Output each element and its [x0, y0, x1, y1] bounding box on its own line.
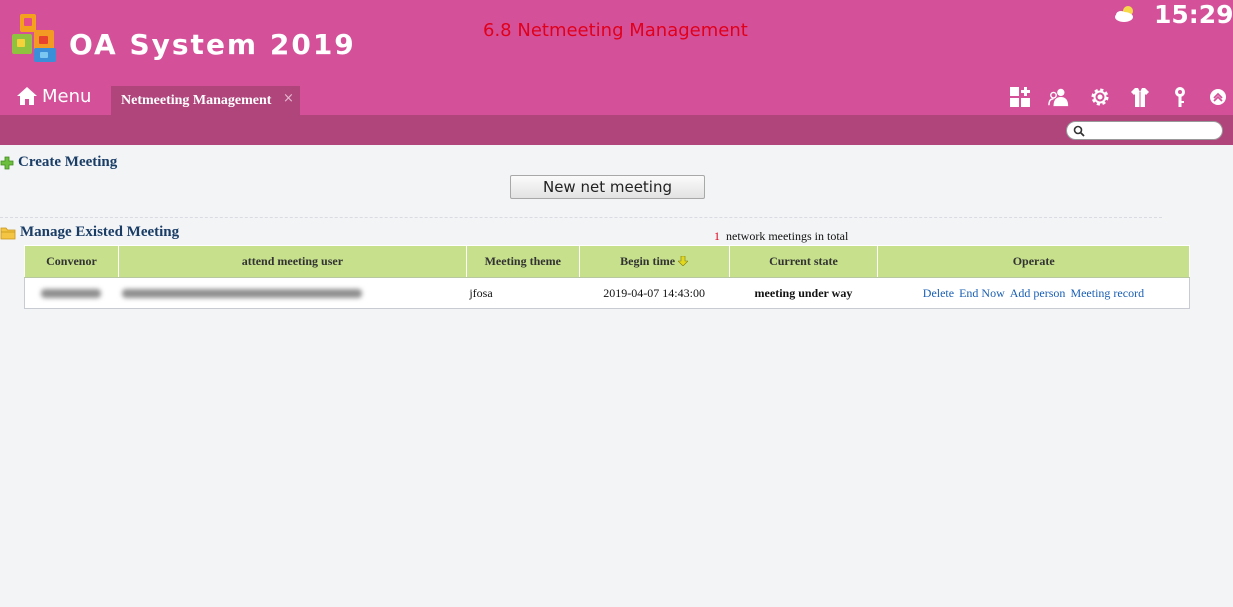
meeting-table: Convenor attend meeting user Meeting the…	[24, 245, 1190, 309]
table-header-row: Convenor attend meeting user Meeting the…	[24, 245, 1190, 278]
tab-netmeeting-management[interactable]: Netmeeting Management ×	[111, 86, 300, 115]
home-icon	[17, 87, 37, 105]
search-box[interactable]	[1066, 121, 1223, 140]
column-current-state[interactable]: Current state	[728, 245, 879, 278]
users-icon[interactable]	[1048, 86, 1070, 108]
redacted-convenor	[41, 289, 101, 299]
tab-label: Netmeeting Management	[121, 92, 272, 108]
apps-icon[interactable]	[1009, 86, 1031, 108]
weather-cloud-sun-icon	[1115, 6, 1133, 22]
column-convenor[interactable]: Convenor	[24, 245, 119, 278]
meeting-total-text: network meetings in total	[726, 229, 849, 243]
folder-icon	[0, 227, 16, 239]
operate-cell: Delete End Now Add person Meeting record	[877, 277, 1190, 309]
search-input[interactable]	[1089, 123, 1217, 138]
key-icon[interactable]	[1169, 86, 1191, 108]
new-net-meeting-button[interactable]: New net meeting	[510, 175, 705, 199]
gear-icon[interactable]	[1089, 86, 1111, 108]
manage-meeting-title: Manage Existed Meeting	[20, 224, 180, 240]
menu-label: Menu	[42, 85, 92, 107]
shirt-icon[interactable]	[1129, 86, 1151, 108]
redacted-attend-users	[122, 289, 363, 299]
create-meeting-heading: Create Meeting	[0, 154, 117, 171]
create-meeting-title: Create Meeting	[18, 154, 118, 170]
app-title: OA System 2019	[69, 28, 356, 61]
attend-user-cell	[118, 277, 467, 309]
convenor-cell	[24, 277, 119, 309]
menu-button[interactable]: Menu	[16, 83, 91, 109]
begin-time-cell: 2019-04-07 14:43:00	[579, 277, 730, 309]
table-row: jfosa 2019-04-07 14:43:00 meeting under …	[24, 277, 1190, 309]
meeting-total: 1 network meetings in total	[714, 229, 848, 244]
delete-link[interactable]: Delete	[923, 286, 954, 300]
manage-meeting-heading: Manage Existed Meeting	[0, 224, 179, 241]
app-logo-icon	[12, 14, 56, 62]
section-divider	[0, 217, 1162, 218]
theme-cell: jfosa	[466, 277, 580, 309]
plus-icon	[0, 156, 14, 169]
meeting-record-link[interactable]: Meeting record	[1070, 286, 1144, 300]
collapse-up-icon[interactable]	[1207, 86, 1229, 108]
sub-header-bar	[0, 115, 1233, 145]
sort-desc-icon	[678, 256, 689, 266]
column-begin-time-label: Begin time	[620, 254, 676, 268]
page-caption: 6.8 Netmeeting Management	[483, 20, 748, 41]
column-meeting-theme[interactable]: Meeting theme	[465, 245, 580, 278]
column-attend-user[interactable]: attend meeting user	[117, 245, 467, 278]
meeting-total-count: 1	[714, 229, 720, 243]
tab-close-icon[interactable]: ×	[283, 91, 294, 106]
state-cell: meeting under way	[729, 277, 878, 309]
end-now-link[interactable]: End Now	[959, 286, 1005, 300]
search-icon	[1073, 125, 1085, 137]
clock: 15:29	[1154, 0, 1233, 29]
column-operate: Operate	[877, 245, 1190, 278]
add-person-link[interactable]: Add person	[1010, 286, 1066, 300]
column-begin-time[interactable]: Begin time	[578, 245, 730, 278]
